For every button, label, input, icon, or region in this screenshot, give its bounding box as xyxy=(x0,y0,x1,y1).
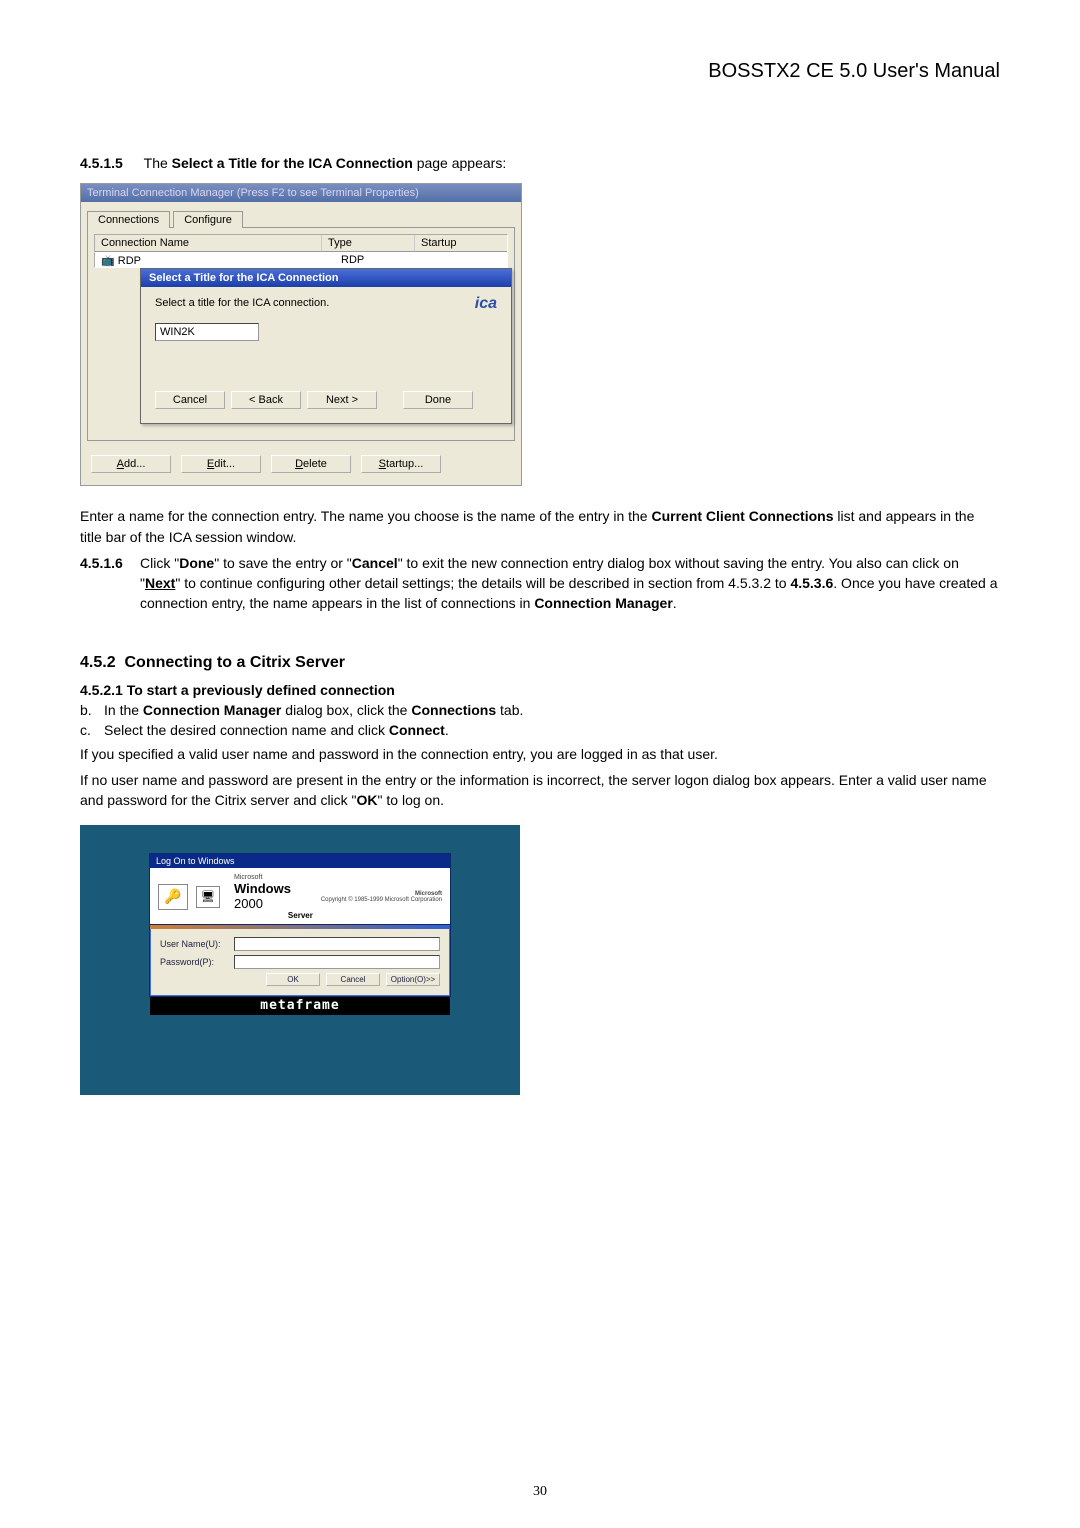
password-label: Password(P): xyxy=(160,957,228,967)
para-enter-name: Enter a name for the connection entry. T… xyxy=(80,506,1000,547)
list-item-c: c. Select the desired connection name an… xyxy=(80,722,1000,738)
tab-connections[interactable]: Connections xyxy=(87,211,170,228)
window-titlebar: Terminal Connection Manager (Press F2 to… xyxy=(81,184,521,202)
banner-windows-logo: Windows 2000 xyxy=(234,881,313,911)
sec-4515-text: The Select a Title for the ICA Connectio… xyxy=(144,155,507,171)
connections-list[interactable]: 📺 RDP RDP xyxy=(94,253,508,268)
figure-logon-dialog: Log On to Windows 🔑 🖥 Microsoft Windows … xyxy=(80,825,520,1095)
logon-window: Log On to Windows 🔑 🖥 Microsoft Windows … xyxy=(149,853,451,997)
connection-manager-buttons: AAdd...dd... Edit... Delete Startup... xyxy=(81,447,521,485)
tab-configure[interactable]: Configure xyxy=(173,211,243,228)
page-header: BOSSTX2 CE 5.0 User's Manual xyxy=(80,60,1000,83)
connections-columns: Connection Name Type Startup xyxy=(94,234,508,253)
done-button[interactable]: Done xyxy=(403,391,473,409)
sec-4516: 4.5.1.6 Click "Done" to save the entry o… xyxy=(80,553,1000,614)
edit-button[interactable]: Edit... xyxy=(181,455,261,473)
figure-ica-title-dialog: Terminal Connection Manager (Press F2 to… xyxy=(80,183,522,486)
sec-4515-num: 4.5.1.5 xyxy=(80,153,140,173)
heading-4521: 4.5.2.1 To start a previously defined co… xyxy=(80,682,1000,698)
username-label: User Name(U): xyxy=(160,939,228,949)
sec-4516-num: 4.5.1.6 xyxy=(80,553,140,614)
tab-strip: Connections Configure xyxy=(87,210,515,227)
ok-button[interactable]: OK xyxy=(266,973,320,986)
modal-instruction: Select a title for the ICA connection. xyxy=(155,297,329,309)
ica-title-modal: Select a Title for the ICA Connection Se… xyxy=(140,268,512,424)
logon-form: User Name(U): Password(P): OK Cancel Opt… xyxy=(150,929,450,996)
col-connection-name[interactable]: Connection Name xyxy=(95,235,322,252)
monitor-icon: 🖥 xyxy=(196,886,220,908)
banner-copyright: Copyright © 1985-1999 Microsoft Corporat… xyxy=(321,897,442,903)
heading-452: 4.5.2 Connecting to a Citrix Server xyxy=(80,654,1000,672)
ica-logo-icon: ica xyxy=(475,295,497,313)
connection-title-input[interactable]: WIN2K xyxy=(155,323,259,341)
para-no-creds: If no user name and password are present… xyxy=(80,770,1000,811)
modal-titlebar: Select a Title for the ICA Connection xyxy=(141,269,511,287)
delete-button[interactable]: Delete xyxy=(271,455,351,473)
list-item-b: b. In the Connection Manager dialog box,… xyxy=(80,702,1000,718)
metaframe-banner: metaframe xyxy=(150,997,450,1015)
startup-button[interactable]: Startup... xyxy=(361,455,441,473)
back-button[interactable]: < Back xyxy=(231,391,301,409)
banner-ms-small: Microsoft xyxy=(234,874,313,881)
col-startup[interactable]: Startup xyxy=(415,235,507,252)
option-button[interactable]: Option(O)>> xyxy=(386,973,440,986)
sec-4515: 4.5.1.5 The Select a Title for the ICA C… xyxy=(80,153,1000,173)
logon-titlebar: Log On to Windows xyxy=(150,854,450,868)
connection-row-rdp[interactable]: 📺 RDP RDP xyxy=(95,253,507,268)
key-icon: 🔑 xyxy=(158,884,188,910)
username-input[interactable] xyxy=(234,937,440,951)
connections-panel: Connection Name Type Startup 📺 RDP RDP S… xyxy=(87,227,515,441)
cancel-button[interactable]: Cancel xyxy=(326,973,380,986)
para-valid-creds: If you specified a valid user name and p… xyxy=(80,744,1000,764)
col-type[interactable]: Type xyxy=(322,235,415,252)
page-number: 30 xyxy=(0,1484,1080,1500)
add-button[interactable]: AAdd...dd... xyxy=(91,455,171,473)
password-input[interactable] xyxy=(234,955,440,969)
sec-4516-text: Click "Done" to save the entry or "Cance… xyxy=(140,553,1000,614)
next-button[interactable]: Next > xyxy=(307,391,377,409)
banner-server: Server xyxy=(234,911,313,920)
logon-banner: 🔑 🖥 Microsoft Windows 2000 Server Micros… xyxy=(150,868,450,925)
cancel-button[interactable]: Cancel xyxy=(155,391,225,409)
